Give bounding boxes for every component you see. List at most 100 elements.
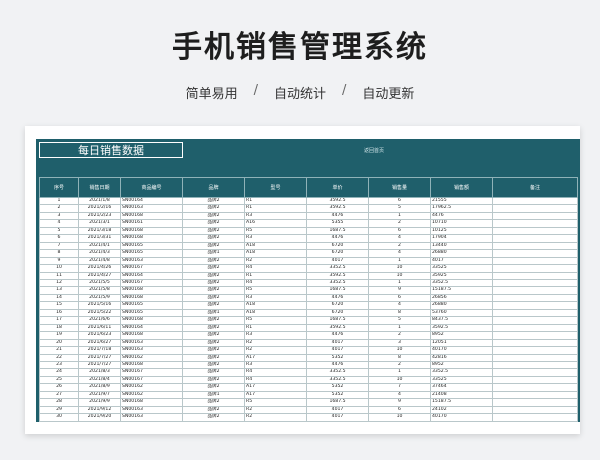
cell-product-code[interactable]: SN00167 [120,375,183,385]
cell-brand[interactable]: 品牌2 [182,278,245,288]
cell-brand[interactable]: 品牌2 [182,405,245,415]
cell-quantity[interactable]: 1 [368,278,431,288]
cell-brand[interactable]: 品牌2 [182,338,245,348]
cell-model[interactable]: A16 [244,219,307,228]
cell-amount[interactable]: 26880 [430,249,493,258]
cell-unit-price[interactable]: 1687.5 [306,398,369,407]
cell-index[interactable]: 25 [39,375,79,385]
cell-model[interactable]: R3 [244,293,307,303]
cell-unit-price[interactable]: 3592.5 [306,196,369,206]
cell-index[interactable]: 10 [39,264,79,273]
cell-remark[interactable] [492,293,578,303]
cell-product-code[interactable]: SN00163 [120,405,183,415]
cell-remark[interactable] [492,256,578,266]
cell-remark[interactable] [492,398,578,407]
cell-remark[interactable] [492,323,578,333]
cell-amount[interactable]: 12051 [430,338,493,348]
cell-quantity[interactable]: 1 [368,211,431,221]
cell-model[interactable]: R5 [244,316,307,325]
cell-date[interactable]: 2021/5/16 [78,301,121,310]
cell-unit-price[interactable]: 3352.5 [306,368,369,377]
cell-quantity[interactable]: 2 [368,360,431,370]
cell-remark[interactable] [492,383,578,392]
cell-remark[interactable] [492,226,578,236]
cell-unit-price[interactable]: 5352 [306,390,369,400]
cell-index[interactable]: 6 [39,234,79,243]
cell-model[interactable]: A18 [244,308,307,318]
cell-date[interactable]: 2021/5/22 [78,308,121,318]
cell-brand[interactable]: 品牌2 [182,360,245,370]
cell-brand[interactable]: 品牌2 [182,375,245,385]
cell-date[interactable]: 2021/8/4 [78,375,121,385]
cell-date[interactable]: 2021/8/9 [78,383,121,392]
cell-model[interactable]: R1 [244,323,307,333]
cell-model[interactable]: R2 [244,413,307,422]
cell-model[interactable]: R3 [244,234,307,243]
cell-product-code[interactable]: SN00168 [120,211,183,221]
cell-brand[interactable]: 品牌2 [182,204,245,213]
cell-unit-price[interactable]: 3592.5 [306,204,369,213]
cell-index[interactable]: 17 [39,316,79,325]
cell-index[interactable]: 15 [39,301,79,310]
cell-product-code[interactable]: SN00164 [120,323,183,333]
cell-index[interactable]: 9 [39,256,79,266]
cell-amount[interactable]: 17904 [430,234,493,243]
cell-model[interactable]: A18 [244,249,307,258]
cell-remark[interactable] [492,219,578,228]
cell-unit-price[interactable]: 4017 [306,256,369,266]
cell-quantity[interactable]: 8 [368,353,431,363]
cell-remark[interactable] [492,278,578,288]
cell-amount[interactable]: 3352.5 [430,368,493,377]
cell-product-code[interactable]: SN00168 [120,293,183,303]
cell-unit-price[interactable]: 4017 [306,413,369,422]
cell-unit-price[interactable]: 1687.5 [306,286,369,295]
cell-model[interactable]: A18 [244,241,307,251]
cell-brand[interactable]: 品牌2 [182,219,245,228]
cell-index[interactable]: 13 [39,286,79,295]
cell-unit-price[interactable]: 3352.5 [306,264,369,273]
cell-date[interactable]: 2021/9/20 [78,413,121,422]
cell-date[interactable]: 2021/7/27 [78,360,121,370]
cell-brand[interactable]: 品牌2 [182,331,245,340]
cell-amount[interactable]: 53760 [430,308,493,318]
cell-brand[interactable]: 品牌2 [182,196,245,206]
cell-date[interactable]: 2021/4/3 [78,249,121,258]
cell-brand[interactable]: 品牌2 [182,264,245,273]
cell-unit-price[interactable]: 4476 [306,360,369,370]
cell-model[interactable]: R4 [244,278,307,288]
cell-index[interactable]: 3 [39,211,79,221]
cell-quantity[interactable]: 1 [368,256,431,266]
cell-model[interactable]: R3 [244,331,307,340]
cell-quantity[interactable]: 4 [368,390,431,400]
cell-product-code[interactable]: SN00164 [120,196,183,206]
cell-quantity[interactable]: 6 [368,196,431,206]
cell-index[interactable]: 19 [39,331,79,340]
cell-date[interactable]: 2021/3/18 [78,226,121,236]
cell-product-code[interactable]: SN00162 [120,383,183,392]
cell-brand[interactable]: 品牌2 [182,398,245,407]
cell-quantity[interactable] [368,420,431,422]
cell-unit-price[interactable]: 5355 [306,219,369,228]
cell-product-code[interactable]: SN00168 [120,226,183,236]
cell-date[interactable]: 2021/5/5 [78,278,121,288]
cell-unit-price[interactable]: 6720 [306,308,369,318]
cell-date[interactable]: 2021/4/1 [78,241,121,251]
cell-brand[interactable]: 品牌2 [182,346,245,355]
cell-index[interactable]: 1 [39,196,79,206]
cell-unit-price[interactable]: 4476 [306,293,369,303]
cell-amount[interactable]: 24102 [430,405,493,415]
cell-quantity[interactable]: 1 [368,323,431,333]
cell-unit-price[interactable]: 6720 [306,241,369,251]
cell-remark[interactable] [492,316,578,325]
cell-remark[interactable] [492,308,578,318]
cell-remark[interactable] [492,375,578,385]
cell-quantity[interactable]: 10 [368,271,431,281]
cell-amount[interactable]: 42816 [430,353,493,363]
cell-quantity[interactable]: 2 [368,219,431,228]
cell-amount[interactable]: 26880 [430,301,493,310]
cell-quantity[interactable]: 8 [368,308,431,318]
cell-product-code[interactable]: SN00168 [120,286,183,295]
cell-index[interactable]: 4 [39,219,79,228]
cell-date[interactable]: 2021/7/18 [78,346,121,355]
cell-amount[interactable]: 21555 [430,196,493,206]
